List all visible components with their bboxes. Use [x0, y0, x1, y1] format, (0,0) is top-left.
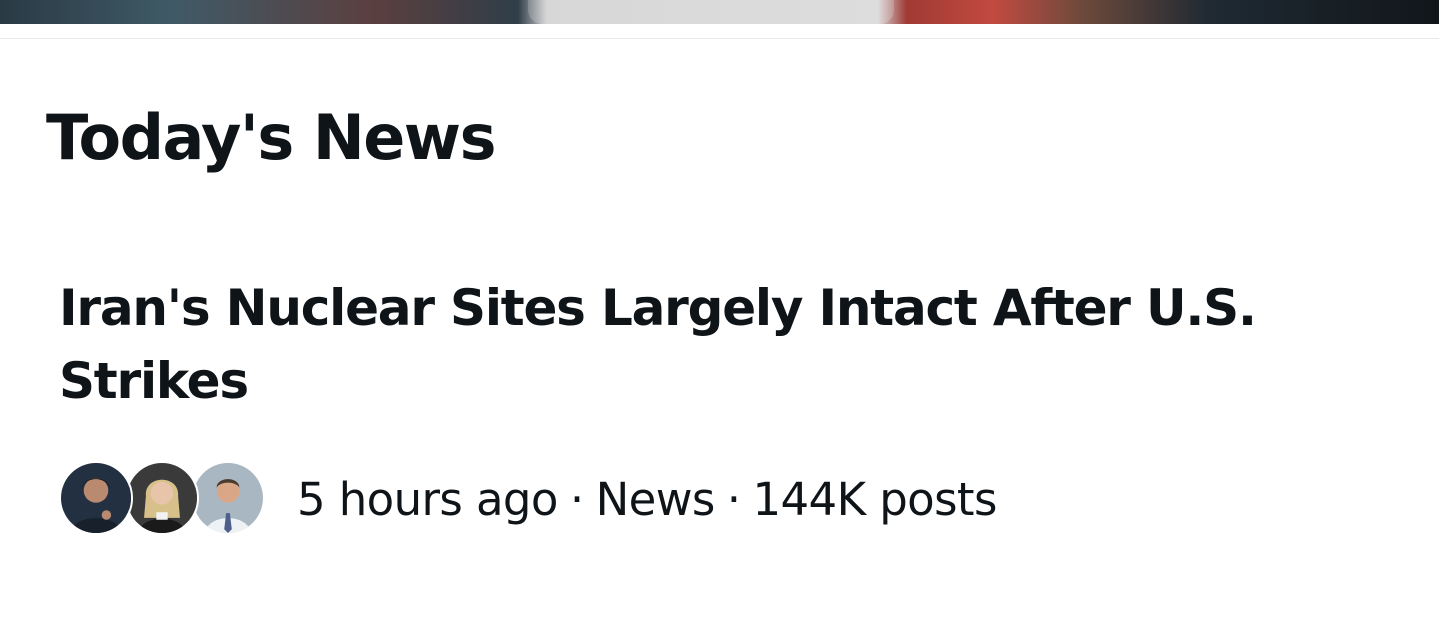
person-photo-avatar-icon [193, 463, 263, 533]
avatar-stack [59, 460, 265, 540]
news-item[interactable]: Iran's Nuclear Sites Largely Intact Afte… [0, 260, 1439, 590]
header-image-overlay [528, 0, 894, 24]
news-category: News [595, 473, 716, 526]
news-meta-row: 5 hours ago · News · 144K posts [59, 460, 997, 540]
avatar [59, 461, 133, 535]
section-divider [0, 38, 1439, 39]
news-meta-text: 5 hours ago · News · 144K posts [297, 472, 997, 528]
section-title: Today's News [46, 101, 496, 174]
meta-separator: · [726, 473, 741, 526]
news-time: 5 hours ago [297, 473, 558, 526]
person-photo-avatar-icon [127, 463, 197, 533]
header-image-strip [0, 0, 1439, 24]
avatar [191, 461, 265, 535]
news-headline[interactable]: Iran's Nuclear Sites Largely Intact Afte… [59, 272, 1319, 418]
news-post-count: 144K posts [752, 473, 997, 526]
person-photo-avatar-icon [61, 463, 131, 533]
meta-separator: · [569, 473, 584, 526]
avatar [125, 461, 199, 535]
